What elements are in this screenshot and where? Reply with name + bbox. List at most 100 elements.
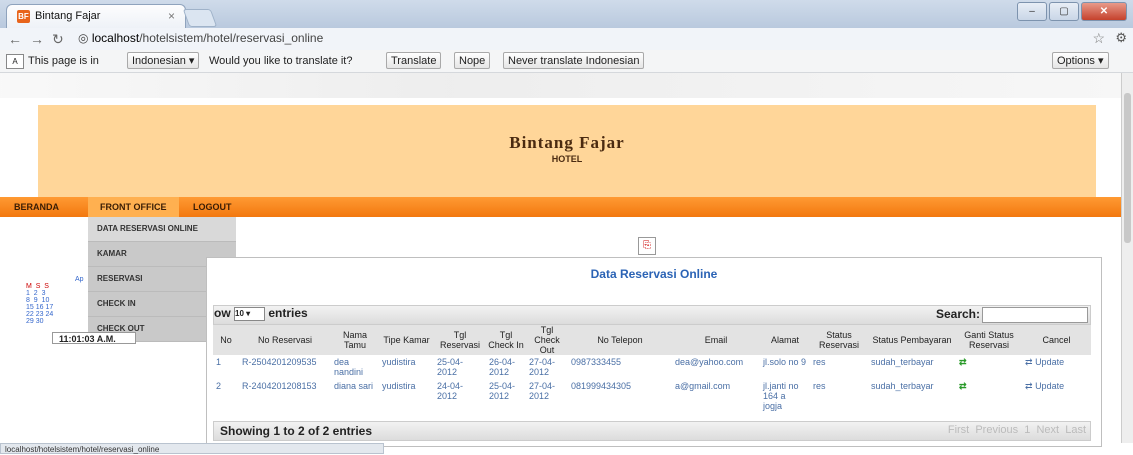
calendar-week[interactable]: 29 30 bbox=[26, 318, 86, 325]
column-header[interactable]: Tgl Reservasi bbox=[434, 325, 486, 355]
minimize-icon[interactable]: – bbox=[1017, 2, 1047, 21]
options-button[interactable]: Options ▾ bbox=[1052, 52, 1109, 69]
column-header[interactable]: Nama Tamu bbox=[331, 325, 379, 355]
show-label: ow bbox=[214, 306, 231, 320]
cell-no: 2 bbox=[216, 381, 222, 391]
cell-pembayaran: sudah_terbayar bbox=[871, 381, 934, 391]
calendar-week[interactable]: 1 2 3 bbox=[26, 290, 86, 297]
table-row: 2 R-2404201208153 diana sari yudistira 2… bbox=[213, 379, 1091, 413]
back-icon[interactable]: ← bbox=[8, 31, 22, 47]
address-bar: ← → ↻ ◎ localhost/hotelsistem/hotel/rese… bbox=[0, 28, 1133, 50]
translate-button[interactable]: Translate bbox=[386, 52, 442, 69]
column-header[interactable]: Tipe Kamar bbox=[379, 325, 434, 355]
update-icon: ⇄ bbox=[1025, 357, 1033, 367]
cell-tipe: yudistira bbox=[382, 357, 416, 367]
tab-title: Bintang Fajar bbox=[35, 10, 101, 22]
table-footer: Showing 1 to 2 of 2 entries First Previo… bbox=[213, 421, 1091, 441]
column-header[interactable]: Ganti Status Reservasi bbox=[956, 325, 1022, 355]
pdf-export-icon[interactable]: ⎘ bbox=[638, 237, 656, 255]
forward-icon[interactable]: → bbox=[30, 31, 44, 47]
update-icon: ⇄ bbox=[1025, 381, 1033, 391]
menu-logout[interactable]: LOGOUT bbox=[193, 202, 232, 212]
update-link[interactable]: ⇄ Update bbox=[1022, 379, 1091, 413]
mini-calendar: Ap M S S 1 2 3 8 9 10 15 16 17 22 23 24 … bbox=[26, 276, 86, 325]
cell-alamat: jl.janti no 164 a jogja bbox=[763, 381, 799, 411]
cell-check-in: 25-04-2012 bbox=[489, 381, 516, 401]
cell-status: res bbox=[813, 381, 826, 391]
cell-tgl-reservasi: 24-04-2012 bbox=[437, 381, 464, 401]
translate-icon: A bbox=[6, 54, 24, 69]
entries-label: entries bbox=[268, 306, 308, 320]
panel-title: Data Reservasi Online bbox=[590, 267, 718, 281]
column-header[interactable]: No bbox=[213, 325, 239, 355]
header-decoration bbox=[0, 73, 1122, 98]
change-status-icon[interactable]: ⇄ bbox=[956, 379, 1022, 413]
cell-nama: diana sari bbox=[334, 381, 374, 391]
page-scrollbar[interactable] bbox=[1121, 73, 1133, 443]
calendar-week[interactable]: 22 23 24 bbox=[26, 311, 86, 318]
column-header[interactable]: No Reservasi bbox=[239, 325, 331, 355]
cell-alamat: jl.solo no 9 bbox=[763, 357, 807, 367]
change-status-icon[interactable]: ⇄ bbox=[956, 355, 1022, 379]
url-field[interactable]: ◎ localhost/hotelsistem/hotel/reservasi_… bbox=[78, 31, 323, 45]
reservation-panel: Data Reservasi Online ow 10 ▾ entries Se… bbox=[206, 257, 1102, 447]
cell-tipe: yudistira bbox=[382, 381, 416, 391]
tab-close-icon[interactable]: × bbox=[168, 9, 175, 23]
hotel-subtitle: HOTEL bbox=[551, 154, 583, 164]
never-translate-button[interactable]: Never translate Indonesian bbox=[503, 52, 645, 69]
calendar-week[interactable]: 15 16 17 bbox=[26, 304, 86, 311]
reload-icon[interactable]: ↻ bbox=[52, 31, 64, 48]
nope-button[interactable]: Nope bbox=[454, 52, 491, 69]
column-header[interactable]: Tgl Check Out bbox=[526, 325, 568, 355]
favicon-icon: BF bbox=[17, 10, 30, 23]
calendar-week[interactable]: 8 9 10 bbox=[26, 297, 86, 304]
status-bar: localhost/hotelsistem/hotel/reservasi_on… bbox=[0, 443, 384, 454]
dropdown-item-data-reservasi-online[interactable]: DATA RESERVASI ONLINE bbox=[88, 217, 236, 242]
search-input[interactable] bbox=[982, 307, 1088, 323]
column-header[interactable]: No Telepon bbox=[568, 325, 672, 355]
translate-prefix: This page is in bbox=[28, 55, 99, 67]
cell-nama: dea nandini bbox=[334, 357, 364, 377]
table-row: 1 R-2504201209535 dea nandini yudistira … bbox=[213, 355, 1091, 379]
column-header[interactable]: Tgl Check In bbox=[486, 325, 526, 355]
menu-beranda[interactable]: BERANDA bbox=[14, 202, 59, 212]
hotel-banner: Bintang Fajar HOTEL bbox=[38, 105, 1096, 197]
cell-telepon: 0987333455 bbox=[571, 357, 622, 367]
language-select[interactable]: Indonesian ▾ bbox=[127, 52, 200, 69]
column-header[interactable]: Status Reservasi bbox=[810, 325, 868, 355]
pagination[interactable]: First Previous 1 Next Last bbox=[948, 424, 1086, 436]
cell-no-reservasi: R-2404201208153 bbox=[242, 381, 317, 391]
wrench-icon[interactable]: ⚙ bbox=[1115, 30, 1127, 46]
column-header[interactable]: Cancel bbox=[1022, 325, 1091, 355]
browser-tab[interactable]: BF Bintang Fajar × bbox=[6, 4, 186, 28]
maximize-icon[interactable]: ▢ bbox=[1049, 2, 1079, 21]
translate-question: Would you like to translate it? bbox=[209, 55, 353, 67]
cell-telepon: 081999434305 bbox=[571, 381, 632, 391]
cell-check-out: 27-04-2012 bbox=[529, 357, 556, 377]
cell-tgl-reservasi: 25-04-2012 bbox=[437, 357, 464, 377]
cell-no: 1 bbox=[216, 357, 222, 367]
column-header[interactable]: Alamat bbox=[760, 325, 810, 355]
main-menu: BERANDA FRONT OFFICE LOGOUT bbox=[0, 197, 1122, 217]
search-label: Search: bbox=[935, 307, 980, 321]
window-close-icon[interactable]: ✕ bbox=[1081, 2, 1127, 21]
cell-check-in: 26-04-2012 bbox=[489, 357, 516, 377]
column-header[interactable]: Status Pembayaran bbox=[868, 325, 956, 355]
update-link[interactable]: ⇄ Update bbox=[1022, 355, 1091, 379]
bookmark-star-icon[interactable]: ☆ bbox=[1092, 30, 1105, 47]
table-info: Showing 1 to 2 of 2 entries bbox=[220, 424, 373, 438]
new-tab-button[interactable] bbox=[182, 9, 218, 27]
clock-field: 11:01:03 A.M. bbox=[52, 332, 136, 344]
cell-pembayaran: sudah_terbayar bbox=[871, 357, 934, 367]
scrollbar-thumb[interactable] bbox=[1124, 93, 1131, 243]
table-toolbar: ow 10 ▾ entries Search: bbox=[213, 305, 1091, 325]
column-header[interactable]: Email bbox=[672, 325, 760, 355]
window-controls: – ▢ ✕ bbox=[1017, 2, 1127, 21]
table-header-row: No No Reservasi Nama Tamu Tipe Kamar Tgl… bbox=[213, 325, 1091, 355]
translate-bar: A This page is in Indonesian ▾ Would you… bbox=[0, 50, 1133, 73]
calendar-weekdays: M S S bbox=[26, 283, 49, 290]
hotel-name: Bintang Fajar bbox=[509, 133, 625, 152]
cell-no-reservasi: R-2504201209535 bbox=[242, 357, 317, 367]
menu-front-office[interactable]: FRONT OFFICE bbox=[88, 197, 179, 217]
page-length-select[interactable]: 10 ▾ bbox=[234, 307, 266, 321]
